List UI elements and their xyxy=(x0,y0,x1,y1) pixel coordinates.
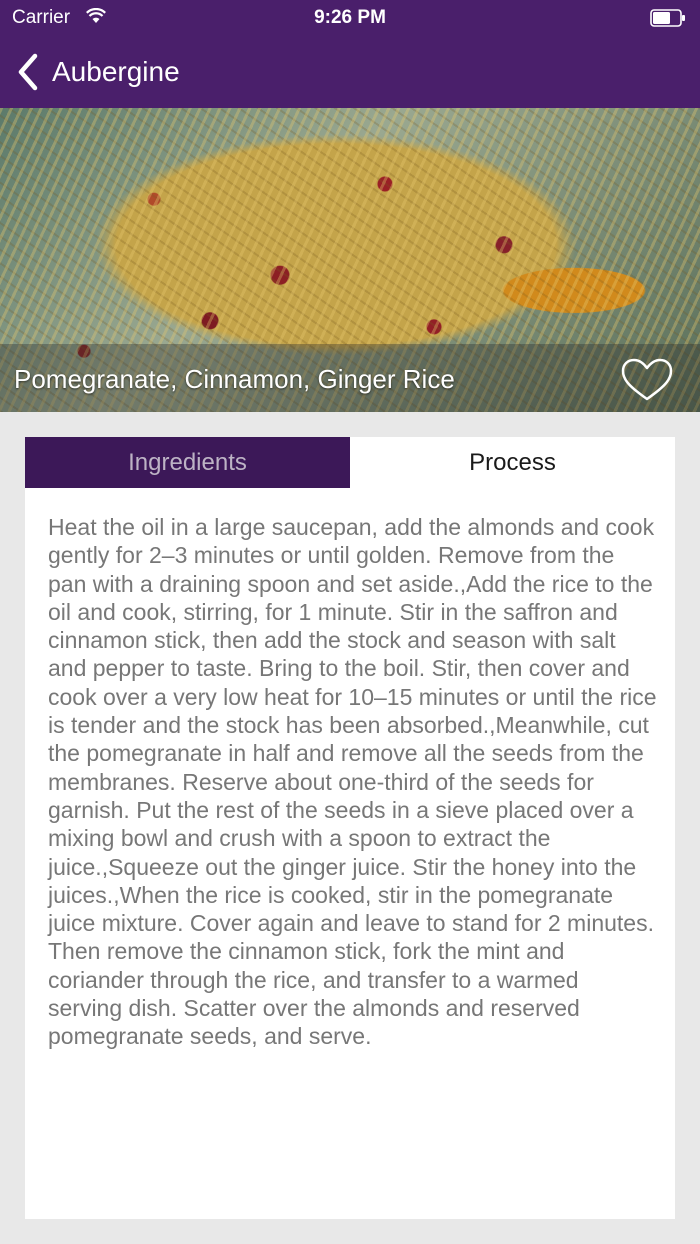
back-label: Aubergine xyxy=(52,56,180,87)
nav-bar: Aubergine xyxy=(0,44,700,100)
recipe-detail-card: Ingredients Process Heat the oil in a la… xyxy=(25,437,675,1219)
tab-ingredients[interactable]: Ingredients xyxy=(25,437,350,488)
process-instructions: Heat the oil in a large saucepan, add th… xyxy=(48,514,657,1050)
back-button[interactable]: Aubergine xyxy=(16,50,180,94)
heart-outline-icon[interactable] xyxy=(620,358,674,402)
status-bar: Carrier 9:26 PM xyxy=(0,0,700,36)
recipe-title: Pomegranate, Cinnamon, Ginger Rice xyxy=(14,364,455,394)
tab-process[interactable]: Process xyxy=(350,437,675,488)
battery-icon xyxy=(650,9,685,27)
hero-caption-bar: Pomegranate, Cinnamon, Ginger Rice xyxy=(0,344,700,412)
status-time: 9:26 PM xyxy=(314,7,386,28)
app-header: Carrier 9:26 PM Aubergine xyxy=(0,0,700,108)
recipe-hero-image: Pomegranate, Cinnamon, Ginger Rice xyxy=(0,108,700,412)
chevron-left-icon xyxy=(18,53,38,91)
segmented-tabs: Ingredients Process xyxy=(25,437,675,489)
